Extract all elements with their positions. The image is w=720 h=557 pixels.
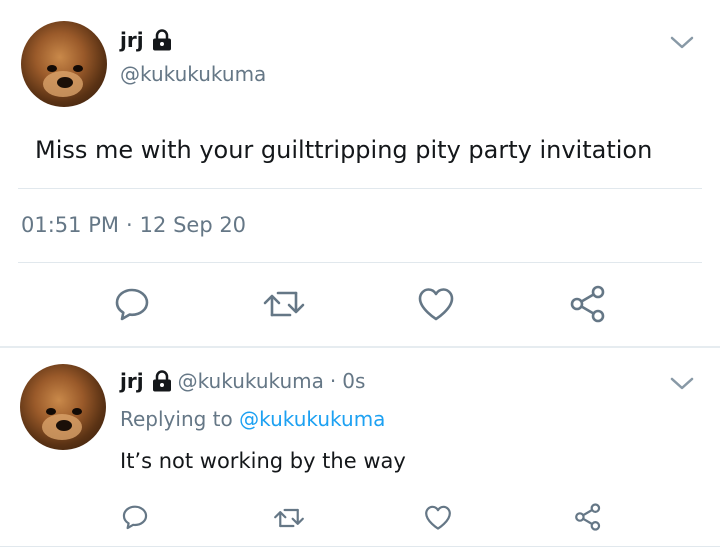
- reply-header: jrj @kukukukuma · 0s: [120, 369, 365, 393]
- display-name[interactable]: jrj: [120, 28, 144, 52]
- reply-age: 0s: [342, 369, 366, 393]
- lock-icon: [152, 29, 172, 51]
- meta-separator: ·: [125, 213, 133, 237]
- reply-display-name[interactable]: jrj: [120, 369, 144, 393]
- reply-avatar[interactable]: [20, 364, 106, 450]
- avatar[interactable]: [21, 21, 107, 107]
- reply-separator: ·: [329, 369, 337, 393]
- author-name-row: jrj: [120, 28, 172, 52]
- lock-icon: [152, 370, 172, 392]
- replying-to-link[interactable]: @kukukukuma: [239, 407, 385, 431]
- username[interactable]: @kukukukuma: [120, 62, 266, 86]
- chevron-down-icon[interactable]: [670, 377, 694, 391]
- divider: [18, 188, 702, 189]
- tweet-timestamp[interactable]: 01:51 PM · 12 Sep 20: [21, 213, 246, 237]
- tweet-date: 12 Sep 20: [139, 213, 247, 237]
- replying-to-line: Replying to @kukukukuma: [120, 407, 385, 431]
- replying-to-label: Replying to: [120, 407, 233, 431]
- share-icon[interactable]: [574, 502, 602, 532]
- reply-icon[interactable]: [113, 285, 151, 323]
- retweet-icon[interactable]: [262, 289, 306, 319]
- section-divider: [0, 346, 720, 348]
- reply-username[interactable]: @kukukukuma: [178, 369, 324, 393]
- share-icon[interactable]: [569, 284, 607, 324]
- like-icon[interactable]: [417, 286, 455, 322]
- tweet-time: 01:51 PM: [21, 213, 119, 237]
- chevron-down-icon[interactable]: [670, 36, 694, 50]
- tweet-text: Miss me with your guilttripping pity par…: [35, 136, 653, 164]
- divider: [18, 262, 702, 263]
- retweet-icon[interactable]: [273, 507, 305, 529]
- reply-icon[interactable]: [121, 503, 149, 531]
- bottom-divider: [0, 546, 720, 547]
- reply-text: It’s not working by the way: [120, 449, 406, 473]
- like-icon[interactable]: [424, 504, 452, 531]
